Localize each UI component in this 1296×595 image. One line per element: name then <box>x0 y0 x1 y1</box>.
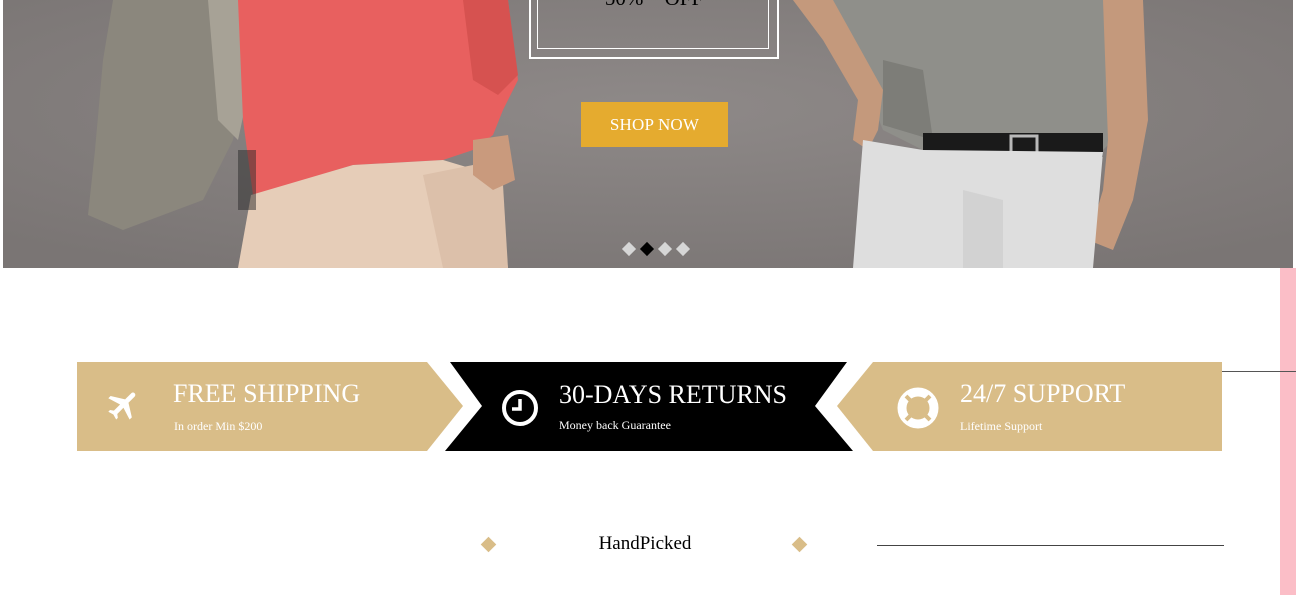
airplane-icon <box>108 392 136 420</box>
section-title: HandPicked <box>598 533 692 554</box>
side-accent-bar <box>1280 268 1296 595</box>
feature-returns: 30-DAYS RETURNS Money back Guarantee <box>477 362 837 451</box>
feature-title: 30-DAYS RETURNS <box>559 380 788 409</box>
feature-subtitle: In order Min $200 <box>174 419 263 433</box>
features-strip: FREE SHIPPING In order Min $200 30-DAYS … <box>77 362 1222 451</box>
diamond-ornament-icon <box>480 536 497 553</box>
section-divider-line <box>877 545 1224 546</box>
promo-discount-text: 50% OFF <box>531 0 777 11</box>
clock-icon <box>502 390 538 426</box>
feature-free-shipping: FREE SHIPPING In order Min $200 <box>77 362 457 451</box>
feature-title: FREE SHIPPING <box>173 379 361 408</box>
feature-subtitle: Lifetime Support <box>960 419 1043 433</box>
feature-support: 24/7 SUPPORT Lifetime Support <box>867 362 1222 451</box>
hero-banner: 50% OFF SHOP NOW <box>3 0 1293 268</box>
shop-now-button[interactable]: SHOP NOW <box>581 102 728 147</box>
lifebuoy-icon <box>897 387 939 429</box>
feature-title: 24/7 SUPPORT <box>960 379 1126 408</box>
feature-subtitle: Money back Guarantee <box>559 418 671 432</box>
diamond-ornament-icon <box>791 536 808 553</box>
promo-frame: 50% OFF <box>529 0 779 59</box>
